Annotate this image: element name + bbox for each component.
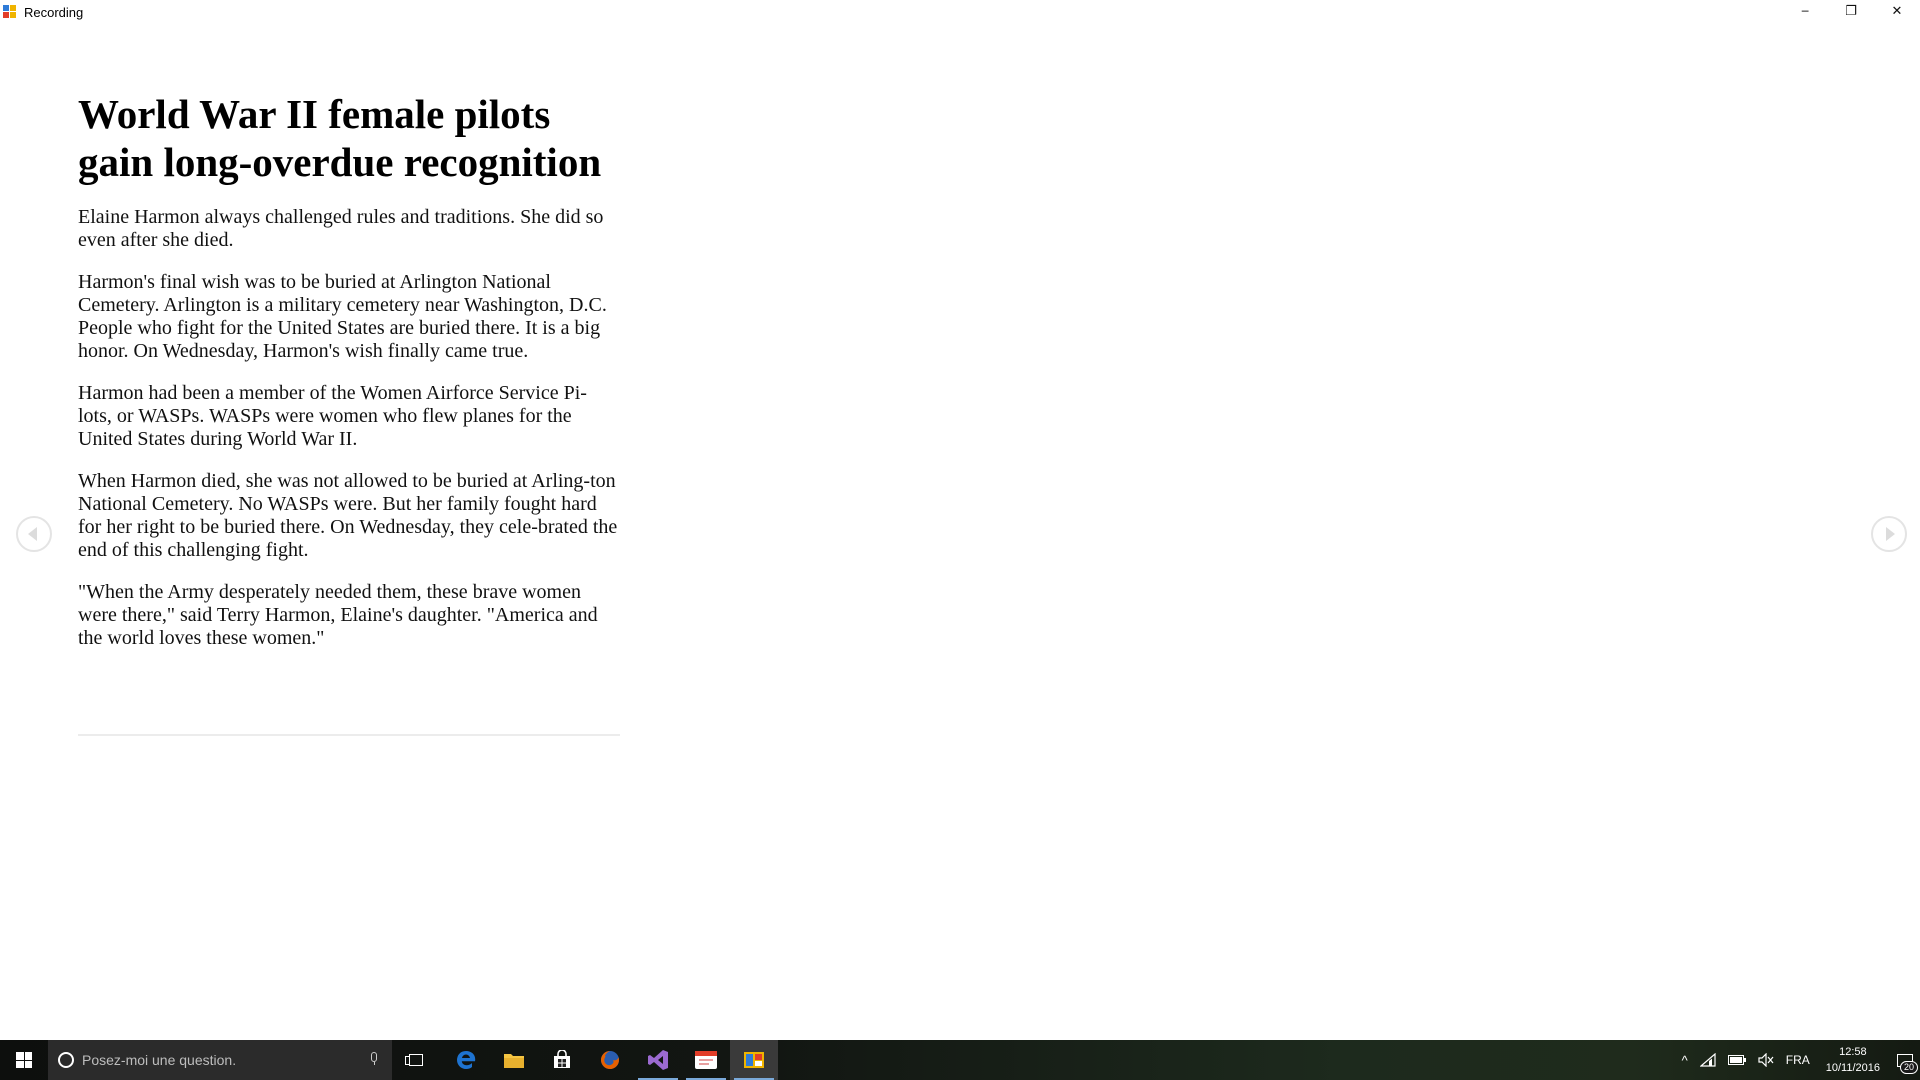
app-icon (695, 1051, 717, 1069)
window-title: Recording (24, 4, 84, 20)
article-paragraph: Harmon's final wish was to be buried at … (78, 271, 607, 362)
action-center-button[interactable]: 20 (1890, 1040, 1920, 1080)
article-paragraph: "When the Army desperately needed them, … (78, 581, 598, 649)
task-view-icon (405, 1054, 423, 1066)
minimize-icon: ─ (1801, 4, 1809, 18)
restore-icon: ❐ (1845, 3, 1857, 19)
clock[interactable]: 12:58 10/11/2016 (1816, 1040, 1890, 1080)
visual-studio-button[interactable] (634, 1040, 682, 1080)
system-tray: ^ FRA 12:58 10/11/2016 20 (1676, 1040, 1920, 1080)
volume-button[interactable] (1752, 1040, 1780, 1080)
battery-button[interactable] (1722, 1040, 1752, 1080)
battery-icon (1727, 1055, 1746, 1065)
article-paragraph: Elaine Harmon always challenged rules an… (78, 206, 604, 251)
close-icon: ✕ (1891, 3, 1903, 19)
article-headline: World War II female pilots gain long-ove… (78, 91, 602, 185)
window-titlebar: Recording ─ ❐ ✕ (0, 0, 1920, 24)
file-explorer-icon (504, 1054, 524, 1068)
restore-button[interactable]: ❐ (1828, 0, 1874, 22)
edge-icon (457, 1051, 476, 1069)
language-label: FRA (1785, 1053, 1810, 1067)
start-button[interactable] (0, 1040, 48, 1080)
cortana-search-box[interactable] (48, 1040, 392, 1080)
wifi-icon (1699, 1053, 1716, 1067)
close-button[interactable]: ✕ (1874, 0, 1920, 22)
store-button[interactable] (538, 1040, 586, 1080)
task-view-button[interactable] (392, 1040, 440, 1080)
store-icon (554, 1050, 570, 1068)
edge-button[interactable] (442, 1040, 490, 1080)
previous-page-button[interactable] (16, 516, 52, 552)
cortana-icon (58, 1052, 74, 1068)
search-input[interactable] (82, 1052, 352, 1068)
article: World War II female pilots gain long-ove… (78, 90, 620, 669)
next-page-button[interactable] (1871, 516, 1907, 552)
visual-studio-icon (648, 1050, 668, 1070)
firefox-icon (600, 1051, 619, 1069)
file-explorer-button[interactable] (490, 1040, 538, 1080)
volume-muted-icon (1758, 1053, 1774, 1067)
recording-app-icon (744, 1052, 764, 1068)
network-button[interactable] (1694, 1040, 1722, 1080)
article-divider (78, 734, 620, 736)
clock-date: 10/11/2016 (1825, 1062, 1880, 1074)
app-button[interactable] (682, 1040, 730, 1080)
window-controls: ─ ❐ ✕ (1782, 0, 1920, 22)
recording-taskbar-button[interactable] (730, 1040, 778, 1080)
chevron-up-icon: ^ (1681, 1052, 1688, 1068)
minimize-button[interactable]: ─ (1782, 0, 1828, 22)
windows-logo-icon (16, 1052, 32, 1068)
recording-app-icon (3, 5, 17, 19)
taskbar: ^ FRA 12:58 10/11/2016 20 (0, 1040, 1920, 1080)
language-indicator[interactable]: FRA (1780, 1040, 1816, 1080)
clock-time: 12:58 (1839, 1046, 1867, 1058)
article-paragraph: When Harmon died, she was not allowed to… (78, 470, 618, 561)
firefox-button[interactable] (586, 1040, 634, 1080)
chevron-left-icon (28, 527, 37, 541)
show-hidden-icons-button[interactable]: ^ (1676, 1040, 1694, 1080)
microphone-icon[interactable] (370, 1052, 378, 1066)
article-paragraph: Harmon had been a member of the Women Ai… (78, 382, 587, 450)
notification-count: 20 (1899, 1061, 1918, 1074)
chevron-right-icon (1886, 527, 1895, 541)
